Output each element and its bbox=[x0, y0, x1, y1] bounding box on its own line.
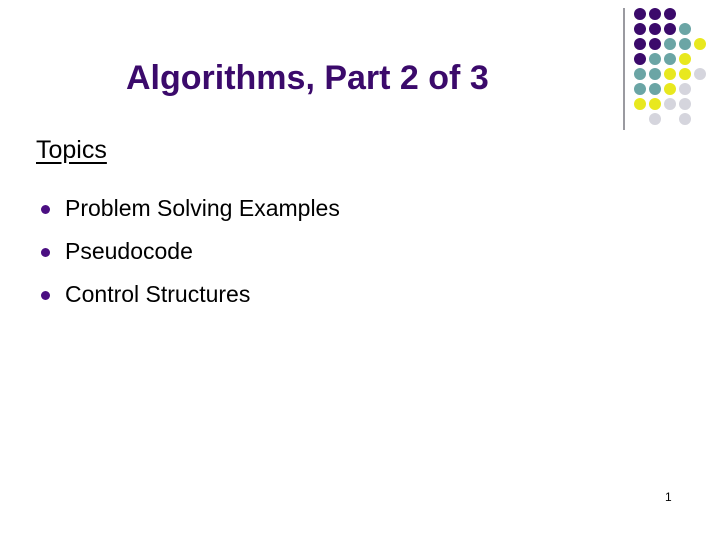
slide-canvas: Algorithms, Part 2 of 3 Topics Problem S… bbox=[0, 0, 720, 540]
decorative-dot bbox=[679, 38, 691, 50]
decorative-vertical-rule bbox=[623, 8, 625, 130]
decorative-dot bbox=[664, 23, 676, 35]
bullet-dot-icon bbox=[41, 290, 50, 300]
list-item-label: Pseudocode bbox=[65, 237, 193, 264]
decorative-dot bbox=[649, 68, 661, 80]
list-item: Problem Solving Examples bbox=[36, 194, 596, 224]
decorative-dot-grid bbox=[634, 8, 714, 125]
list-item-label: Control Structures bbox=[65, 280, 251, 307]
decorative-dot bbox=[634, 98, 646, 110]
decorative-dot bbox=[664, 38, 676, 50]
decorative-dot bbox=[679, 98, 691, 110]
decorative-dot bbox=[649, 98, 661, 110]
topics-bullet-list: Problem Solving Examples Pseudocode Contro… bbox=[36, 194, 596, 323]
decorative-dot bbox=[634, 38, 646, 50]
decorative-dot bbox=[679, 83, 691, 95]
topics-heading: Topics bbox=[36, 136, 107, 164]
decorative-dot bbox=[679, 68, 691, 80]
bullet-dot-icon bbox=[41, 247, 50, 257]
decorative-dot bbox=[649, 38, 661, 50]
decorative-dot bbox=[664, 83, 676, 95]
list-item-label: Problem Solving Examples bbox=[65, 195, 340, 221]
decorative-dot bbox=[664, 8, 676, 20]
page-title: Algorithms, Part 2 of 3 bbox=[126, 58, 489, 97]
decorative-dot bbox=[649, 53, 661, 65]
decorative-dot bbox=[634, 23, 646, 35]
decorative-dot bbox=[634, 83, 646, 95]
decorative-dot bbox=[679, 113, 691, 125]
bullet-dot-icon bbox=[41, 205, 50, 214]
decorative-dot bbox=[649, 113, 661, 125]
decorative-dot bbox=[694, 38, 706, 50]
decorative-dot bbox=[649, 23, 661, 35]
decorative-dot bbox=[649, 8, 661, 20]
decorative-dot bbox=[679, 53, 691, 65]
decorative-dot bbox=[664, 53, 676, 65]
decorative-dot bbox=[649, 83, 661, 95]
list-item: Control Structures bbox=[36, 280, 596, 310]
decorative-dot bbox=[679, 23, 691, 35]
list-item: Pseudocode bbox=[36, 237, 596, 267]
decorative-dot bbox=[634, 8, 646, 20]
decorative-dot bbox=[634, 68, 646, 80]
decorative-dot bbox=[664, 98, 676, 110]
decorative-dot bbox=[634, 53, 646, 65]
decorative-dot bbox=[664, 68, 676, 80]
decorative-dot bbox=[694, 68, 706, 80]
page-number: 1 bbox=[665, 490, 672, 504]
